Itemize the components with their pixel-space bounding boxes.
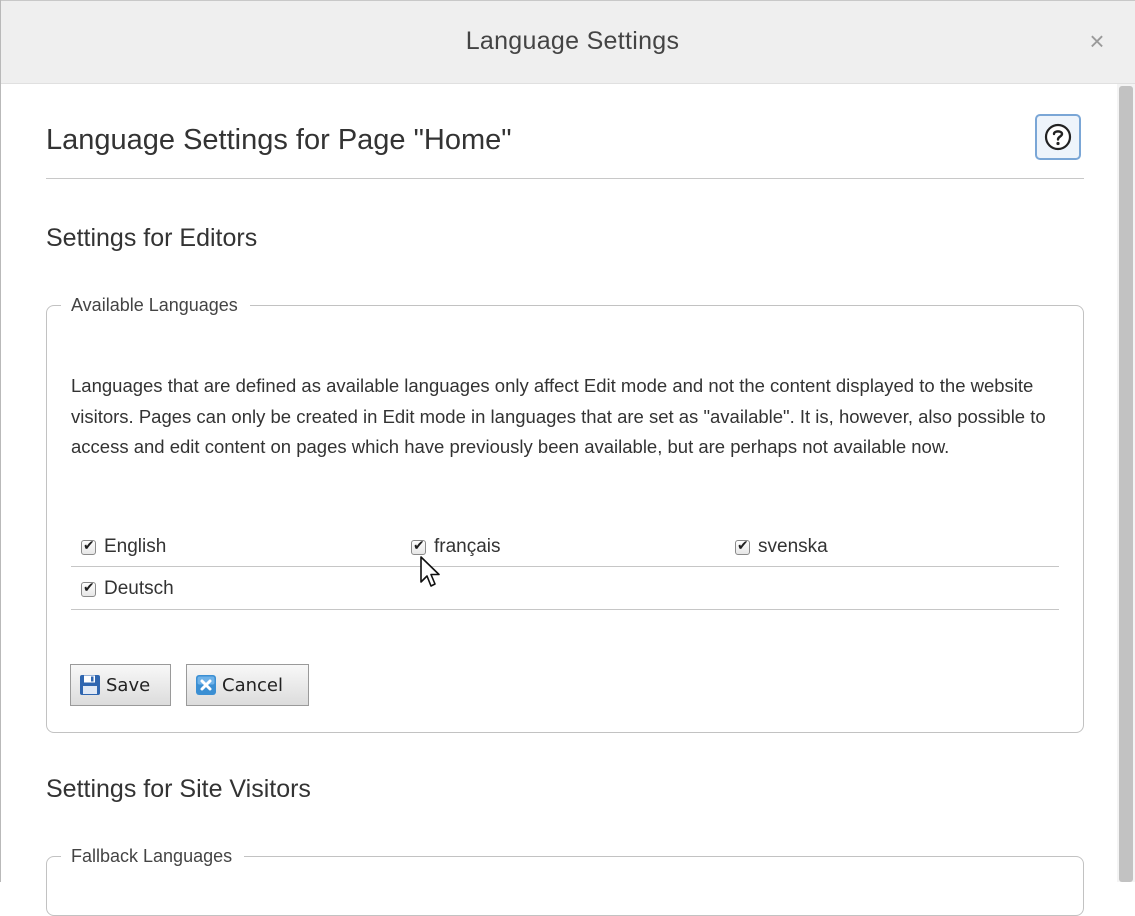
language-option-svenska[interactable]: ✔ svenska bbox=[735, 535, 828, 559]
language-option-deutsch[interactable]: ✔ Deutsch bbox=[81, 577, 174, 601]
language-label: Deutsch bbox=[104, 578, 174, 599]
dialog-border bbox=[0, 0, 1, 882]
close-icon[interactable]: × bbox=[1085, 27, 1109, 55]
language-label: English bbox=[104, 536, 167, 557]
language-option-francais[interactable]: ✔ français bbox=[411, 535, 501, 559]
question-circle-icon bbox=[1044, 123, 1072, 151]
visitors-section-heading: Settings for Site Visitors bbox=[46, 775, 311, 803]
save-label: Save bbox=[106, 674, 151, 696]
close-square-icon bbox=[196, 675, 216, 695]
help-button[interactable] bbox=[1035, 114, 1081, 160]
fallback-languages-legend: Fallback Languages bbox=[61, 846, 245, 867]
available-languages-legend: Available Languages bbox=[61, 295, 250, 316]
checkbox-english[interactable]: ✔ bbox=[81, 537, 96, 555]
dialog-titlebar[interactable]: Language Settings × bbox=[1, 0, 1135, 84]
language-settings-dialog: Language Settings × Language Settings fo… bbox=[0, 0, 1135, 916]
checkmark-icon: ✔ bbox=[83, 579, 95, 596]
checkmark-icon: ✔ bbox=[737, 537, 749, 554]
checkbox-francais[interactable]: ✔ bbox=[411, 537, 426, 555]
scrollbar-thumb[interactable] bbox=[1119, 86, 1133, 882]
checkmark-icon: ✔ bbox=[83, 537, 95, 554]
language-checkbox-grid: ✔ English ✔ français ✔ svenska ✔ Deutsch bbox=[71, 526, 1059, 610]
checkbox-svenska[interactable]: ✔ bbox=[735, 537, 750, 555]
available-languages-description: Languages that are defined as available … bbox=[71, 375, 1046, 457]
checkbox-deutsch[interactable]: ✔ bbox=[81, 579, 96, 597]
language-row: ✔ Deutsch bbox=[71, 567, 1059, 610]
language-row: ✔ English ✔ français ✔ svenska bbox=[71, 526, 1059, 567]
cancel-label: Cancel bbox=[222, 674, 283, 696]
floppy-disk-icon bbox=[80, 675, 100, 695]
dialog-title: Language Settings bbox=[465, 27, 680, 55]
save-button[interactable]: Save bbox=[70, 664, 171, 706]
cancel-button[interactable]: Cancel bbox=[186, 664, 309, 706]
language-label: svenska bbox=[758, 536, 828, 557]
title-divider bbox=[46, 178, 1084, 179]
page-title: Language Settings for Page "Home" bbox=[46, 124, 512, 156]
available-languages-fieldset: Available Languages Languages that are d… bbox=[46, 295, 1084, 733]
editors-section-heading: Settings for Editors bbox=[46, 224, 258, 252]
language-label: français bbox=[434, 536, 501, 557]
checkmark-icon: ✔ bbox=[413, 537, 425, 554]
fallback-languages-fieldset: Fallback Languages bbox=[46, 846, 1084, 916]
language-option-english[interactable]: ✔ English bbox=[81, 535, 166, 559]
